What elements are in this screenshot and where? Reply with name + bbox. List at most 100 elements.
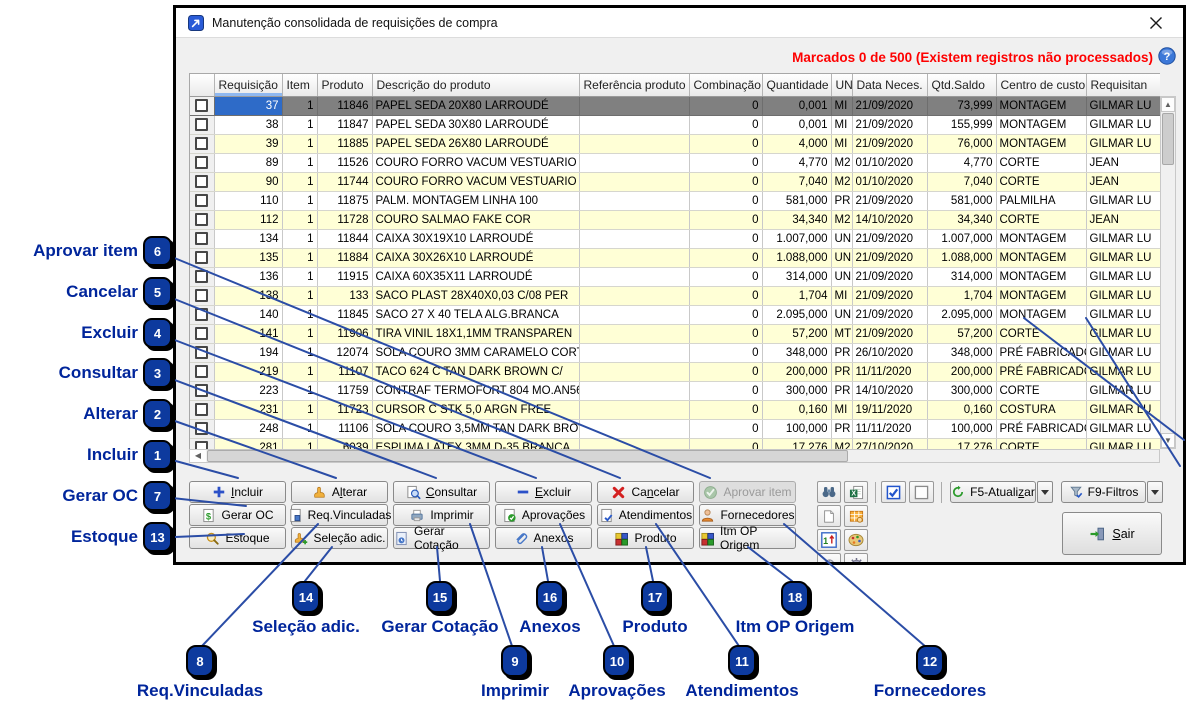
table-row[interactable]: 194 1 12074 SOLA COURO 3MM CARAMELO CORT… xyxy=(190,343,1160,362)
row-checkbox[interactable] xyxy=(195,156,208,169)
settings-button[interactable] xyxy=(844,553,868,565)
column-header[interactable]: Qtd.Saldo xyxy=(927,74,996,96)
f9-dropdown-button[interactable] xyxy=(1147,481,1163,503)
uncheck-all-button[interactable] xyxy=(909,481,934,503)
table-row[interactable]: 89 1 11526 COURO FORRO VACUM VESTUARIO 0… xyxy=(190,153,1160,172)
row-checkbox[interactable] xyxy=(195,99,208,112)
column-header[interactable]: Produto xyxy=(317,74,372,96)
column-header[interactable]: Requisitan xyxy=(1086,74,1160,96)
cell-requisitante: GILMAR LU xyxy=(1086,381,1160,400)
row-checkbox[interactable] xyxy=(195,365,208,378)
atendimentos-button[interactable]: Atendimentos xyxy=(597,504,694,526)
sort-values-button[interactable]: 1 xyxy=(817,529,841,551)
column-header[interactable]: Combinação xyxy=(689,74,762,96)
table-row[interactable]: 248 1 11106 SOLA COURO 3,5MM TAN DARK BR… xyxy=(190,419,1160,438)
row-checkbox[interactable] xyxy=(195,251,208,264)
incluir-button[interactable]: Incluir xyxy=(189,481,286,503)
row-checkbox[interactable] xyxy=(195,137,208,150)
itm-op-origem-button[interactable]: Itm OP Origem xyxy=(699,527,796,549)
mouse-button[interactable] xyxy=(817,553,841,565)
table-row[interactable]: 90 1 11744 COURO FORRO VACUM VESTUARIO 0… xyxy=(190,172,1160,191)
row-checkbox[interactable] xyxy=(195,213,208,226)
f9-filtros-button[interactable]: F9-Filtros xyxy=(1061,481,1146,503)
excluir-button[interactable]: Excluir xyxy=(495,481,592,503)
table-row[interactable]: 136 1 11915 CAIXA 60X35X11 LARROUDÉ 0 31… xyxy=(190,267,1160,286)
column-header[interactable]: Descrição do produto xyxy=(372,74,579,96)
row-checkbox[interactable] xyxy=(195,327,208,340)
table-row[interactable]: 37 1 11846 PAPEL SEDA 20X80 LARROUDÉ 0 0… xyxy=(190,96,1160,115)
vertical-scrollbar[interactable]: ▲ ▼ xyxy=(1160,96,1176,449)
excel-export-button[interactable]: X xyxy=(844,481,868,503)
cell-item: 1 xyxy=(282,381,317,400)
plus-icon xyxy=(212,485,226,499)
gerar-oc-button[interactable]: $ Gerar OC xyxy=(189,504,286,526)
row-checkbox[interactable] xyxy=(195,346,208,359)
aprovar-item-button[interactable]: Aprovar item xyxy=(699,481,796,503)
cancelar-button[interactable]: Cancelar xyxy=(597,481,694,503)
gerar-cotacao-button[interactable]: Gerar Cotação xyxy=(393,527,490,549)
hand-grid-button[interactable] xyxy=(844,505,868,527)
check-all-button[interactable] xyxy=(881,481,906,503)
cell-quantidade: 57,200 xyxy=(762,324,831,343)
column-header[interactable]: Data Neces. xyxy=(852,74,927,96)
column-header[interactable]: Item xyxy=(282,74,317,96)
fornecedores-button[interactable]: Fornecedores xyxy=(699,504,796,526)
table-row[interactable]: 112 1 11728 COURO SALMAO FAKE COR 0 34,3… xyxy=(190,210,1160,229)
row-checkbox[interactable] xyxy=(195,422,208,435)
column-header[interactable]: Requisição xyxy=(214,74,282,96)
scroll-left-icon[interactable]: ◀ xyxy=(190,450,206,462)
produto-button[interactable]: Produto xyxy=(597,527,694,549)
f5-atualizar-button[interactable]: F5-Atualizar xyxy=(950,481,1036,503)
column-header[interactable]: UN xyxy=(831,74,852,96)
help-icon[interactable]: ? xyxy=(1158,47,1176,65)
estoque-button[interactable]: Estoque xyxy=(189,527,286,549)
table-row[interactable]: 134 1 11844 CAIXA 30X19X10 LARROUDÉ 0 1.… xyxy=(190,229,1160,248)
column-header[interactable]: Quantidade xyxy=(762,74,831,96)
req-vinculadas-button[interactable]: Req.Vinculadas xyxy=(291,504,388,526)
row-checkbox[interactable] xyxy=(195,289,208,302)
row-checkbox[interactable] xyxy=(195,308,208,321)
table-row[interactable]: 39 1 11885 PAPEL SEDA 26X80 LARROUDÉ 0 4… xyxy=(190,134,1160,153)
row-checkbox[interactable] xyxy=(195,270,208,283)
cell-qtd-saldo: 200,000 xyxy=(927,362,996,381)
row-checkbox[interactable] xyxy=(195,118,208,131)
column-header[interactable]: Referência produto xyxy=(579,74,689,96)
binoculars-button[interactable] xyxy=(817,481,841,503)
table-row[interactable]: 281 1 6039 ESPUMA LATEX 3MM D-35 BRANCA … xyxy=(190,438,1160,449)
row-checkbox[interactable] xyxy=(195,441,208,449)
row-checkbox[interactable] xyxy=(195,403,208,416)
sair-button[interactable]: Sair xyxy=(1062,512,1162,555)
column-header[interactable] xyxy=(190,74,214,96)
cell-requisitante: GILMAR LU xyxy=(1086,305,1160,324)
close-icon[interactable] xyxy=(1149,16,1163,30)
f5-dropdown-button[interactable] xyxy=(1037,481,1053,503)
alterar-button[interactable]: Alterar xyxy=(291,481,388,503)
table-row[interactable]: 223 1 11759 CONTRAF TERMOFORT 804 MO.AN5… xyxy=(190,381,1160,400)
anexos-button[interactable]: Anexos xyxy=(495,527,592,549)
scroll-down-icon[interactable]: ▼ xyxy=(1161,433,1175,448)
hscroll-thumb[interactable] xyxy=(207,450,848,462)
row-checkbox[interactable] xyxy=(195,384,208,397)
row-checkbox[interactable] xyxy=(195,175,208,188)
table-row[interactable]: 110 1 11875 PALM. MONTAGEM LINHA 100 0 5… xyxy=(190,191,1160,210)
row-checkbox[interactable] xyxy=(195,232,208,245)
aprovacoes-button[interactable]: Aprovações xyxy=(495,504,592,526)
consultar-button[interactable]: Consultar xyxy=(393,481,490,503)
new-document-button[interactable] xyxy=(817,505,841,527)
cell-item: 1 xyxy=(282,115,317,134)
table-row[interactable]: 138 1 133 SACO PLAST 28X40X0,03 C/08 PER… xyxy=(190,286,1160,305)
scroll-up-icon[interactable]: ▲ xyxy=(1161,97,1175,112)
table-row[interactable]: 141 1 11906 TIRA VINIL 18X1,1MM TRANSPAR… xyxy=(190,324,1160,343)
table-row[interactable]: 231 1 11723 CURSOR C STK 5,0 ARGN FREE 0… xyxy=(190,400,1160,419)
palette-button[interactable] xyxy=(844,529,868,551)
horizontal-scrollbar[interactable]: ◀ xyxy=(189,449,1160,463)
table-row[interactable]: 135 1 11884 CAIXA 30X26X10 LARROUDÉ 0 1.… xyxy=(190,248,1160,267)
column-header[interactable]: Centro de custo xyxy=(996,74,1086,96)
table-row[interactable]: 38 1 11847 PAPEL SEDA 30X80 LARROUDÉ 0 0… xyxy=(190,115,1160,134)
selecao-adic-button[interactable]: Seleção adic. xyxy=(291,527,388,549)
row-checkbox[interactable] xyxy=(195,194,208,207)
imprimir-button[interactable]: Imprimir xyxy=(393,504,490,526)
vscroll-thumb[interactable] xyxy=(1162,113,1174,165)
table-row[interactable]: 140 1 11845 SACO 27 X 40 TELA ALG.BRANCA… xyxy=(190,305,1160,324)
table-row[interactable]: 219 1 11107 TACO 624 C TAN DARK BROWN C/… xyxy=(190,362,1160,381)
